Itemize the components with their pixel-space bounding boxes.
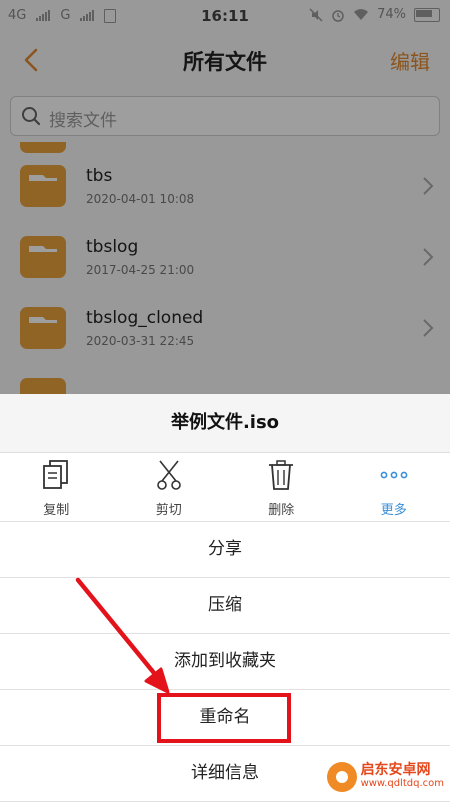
watermark-logo-icon (327, 762, 357, 792)
scissors-icon (154, 459, 184, 491)
sheet-title: 举例文件.iso (0, 394, 450, 453)
menu-item-add-favorite[interactable]: 添加到收藏夹 (0, 634, 450, 690)
quick-actions: 复制 剪切 删除 更多 (0, 453, 450, 522)
trash-icon (266, 459, 296, 491)
rename-highlight-box (157, 693, 291, 743)
cut-label: 剪切 (113, 499, 226, 518)
watermark-name: 启东安卓网 (361, 763, 444, 777)
delete-button[interactable]: 删除 (225, 453, 338, 521)
copy-button[interactable]: 复制 (0, 453, 113, 521)
menu-item-share[interactable]: 分享 (0, 522, 450, 578)
more-button[interactable]: 更多 (338, 453, 450, 521)
watermark: 启东安卓网 www.qdltdq.com (327, 762, 444, 792)
more-dots-icon (379, 459, 409, 491)
copy-icon (41, 459, 71, 491)
delete-label: 删除 (225, 499, 338, 518)
more-label: 更多 (338, 499, 450, 518)
menu-item-compress[interactable]: 压缩 (0, 578, 450, 634)
modal-backdrop[interactable] (0, 0, 450, 394)
copy-label: 复制 (0, 499, 113, 518)
cut-button[interactable]: 剪切 (113, 453, 226, 521)
watermark-url: www.qdltdq.com (361, 777, 444, 791)
